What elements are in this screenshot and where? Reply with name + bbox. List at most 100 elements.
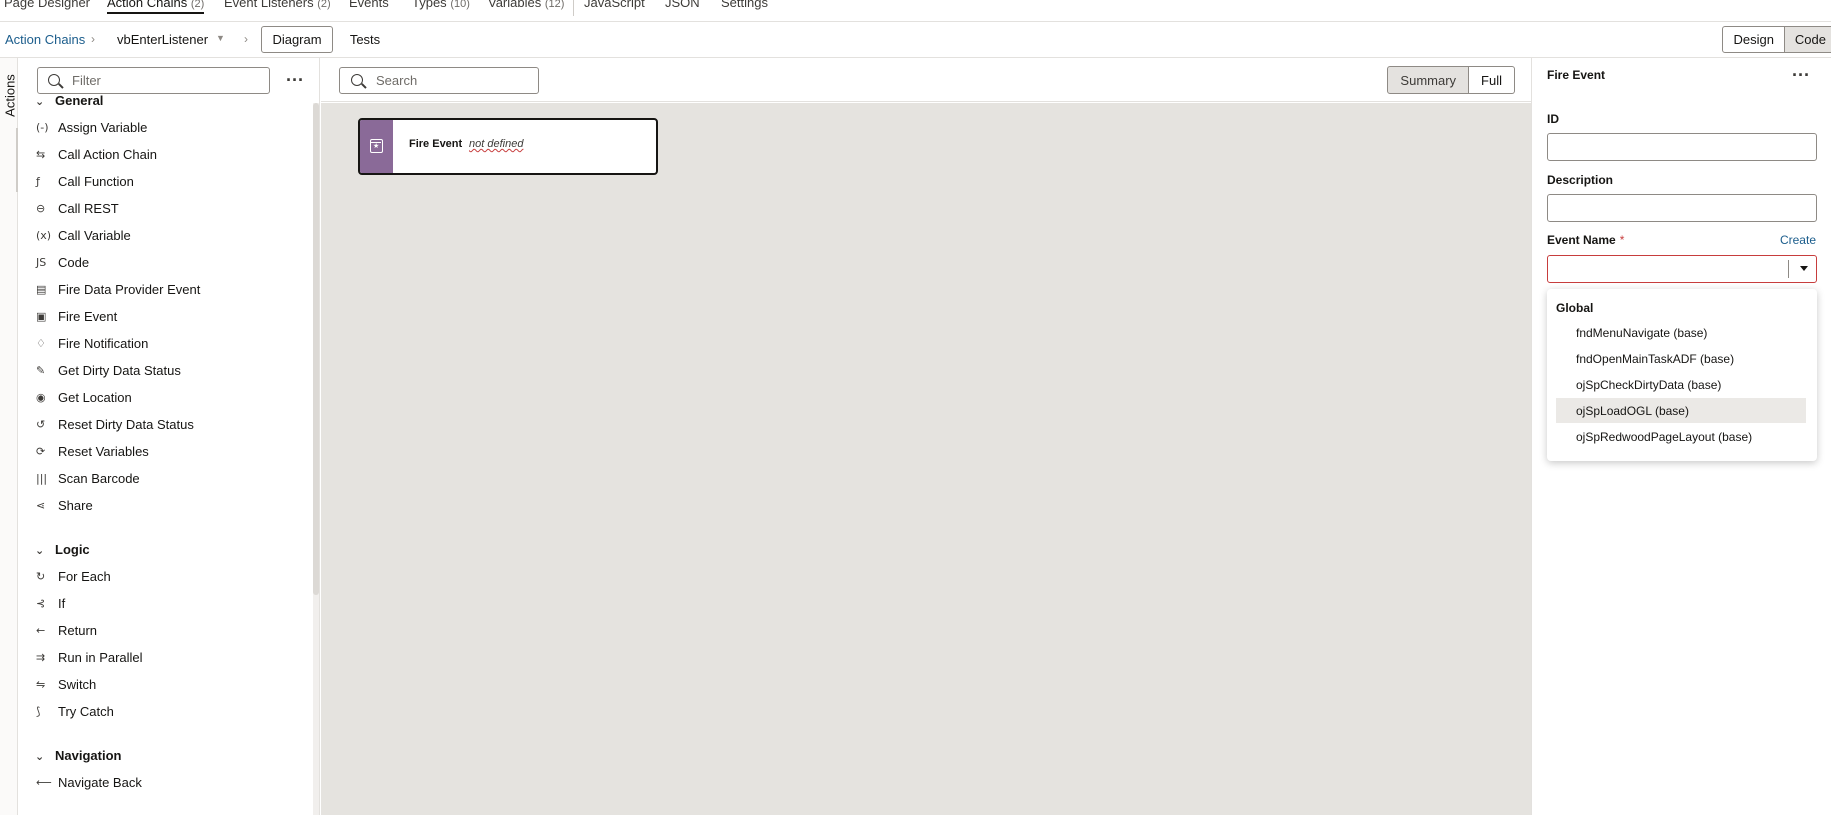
create-event-link[interactable]: Create [1780, 233, 1816, 247]
palette-item-call-rest[interactable]: ⊖ Call REST [36, 198, 119, 218]
fire-event-icon: ▣ [36, 309, 47, 323]
event-name-dropdown: Global fndMenuNavigate (base) fndOpenMai… [1547, 289, 1817, 461]
top-tab-bar: Page Designer Action Chains (2) Event Li… [0, 0, 1831, 22]
fire-notification-icon: ♢ [36, 336, 46, 350]
palette-item-return[interactable]: ← Return [36, 620, 97, 640]
node-icon-band [360, 120, 393, 173]
palette-item-call-action-chain[interactable]: ⇆ Call Action Chain [36, 144, 157, 164]
palette-section-navigation[interactable]: ⌄ Navigation [35, 748, 121, 763]
code-icon: JS [36, 255, 47, 269]
call-action-chain-icon: ⇆ [36, 147, 46, 161]
palette-item-get-dirty-data-status[interactable]: ✎ Get Dirty Data Status [36, 360, 181, 380]
dropdown-option[interactable]: ojSpCheckDirtyData (base) [1556, 372, 1806, 397]
fire-event-node[interactable]: Fire Event not defined [358, 118, 658, 175]
palette-item-scan-barcode[interactable]: ||| Scan Barcode [36, 468, 140, 488]
event-name-select[interactable] [1547, 255, 1817, 283]
tab-javascript[interactable]: JavaScript [584, 0, 645, 10]
tab-types[interactable]: Types (10) [412, 0, 470, 10]
tab-settings[interactable]: Settings [721, 0, 768, 10]
filter-input[interactable]: Filter [37, 67, 270, 94]
properties-more-icon[interactable]: ··· [1792, 66, 1810, 84]
chevron-down-icon[interactable]: ⌄ [35, 544, 49, 557]
palette-item-reset-variables[interactable]: ⟳ Reset Variables [36, 441, 149, 461]
reset-variables-icon: ⟳ [36, 444, 46, 458]
reset-dirty-data-status-icon: ↺ [36, 417, 46, 431]
chevron-down-icon[interactable]: ▼ [216, 33, 225, 43]
palette-item-if[interactable]: ⊰ If [36, 593, 65, 613]
tests-button[interactable]: Tests [340, 26, 390, 53]
design-code-toggle: Design Code [1722, 26, 1831, 53]
chevron-down-icon[interactable]: ⌄ [35, 95, 49, 108]
dropdown-option-highlighted[interactable]: ojSpLoadOGL (base) [1556, 398, 1806, 423]
search-icon [48, 74, 60, 86]
fire-data-provider-event-icon: ▤ [36, 282, 47, 296]
caret-down-icon[interactable] [1800, 266, 1808, 271]
code-mode-button[interactable]: Code [1784, 26, 1831, 53]
call-function-icon: ƒ [36, 174, 40, 188]
properties-pane: Fire Event ··· ID Description Event Name… [1531, 58, 1831, 815]
tab-variables[interactable]: Variables (12) [488, 0, 564, 10]
required-mark: * [1619, 233, 1625, 247]
id-label: ID [1547, 112, 1559, 126]
id-field[interactable] [1547, 133, 1817, 161]
breadcrumb: Action Chains › vbEnterListener ▼ › Diag… [0, 22, 1831, 58]
side-tab-actions[interactable]: Actions [3, 68, 18, 124]
properties-title: Fire Event [1547, 68, 1606, 82]
chevron-down-icon[interactable]: ⌄ [35, 750, 49, 763]
action-chain-selector[interactable]: vbEnterListener [117, 32, 208, 47]
view-toggle: Summary Full [1387, 66, 1515, 94]
tab-events[interactable]: Events [349, 0, 389, 10]
navigate-back-icon: ⟵ [36, 775, 52, 789]
palette-more-icon[interactable]: ··· [286, 71, 304, 89]
diagram-canvas[interactable]: Fire Event not defined [321, 103, 1531, 815]
get-location-icon: ◉ [36, 390, 46, 404]
palette-item-fire-event[interactable]: ▣ Fire Event [36, 306, 117, 326]
dropdown-option[interactable]: ojSpRedwoodPageLayout (base) [1556, 424, 1806, 449]
palette-item-fire-notification[interactable]: ♢ Fire Notification [36, 333, 148, 353]
summary-view-button[interactable]: Summary [1387, 66, 1470, 94]
palette-section-general[interactable]: ⌄ General [35, 93, 103, 108]
scan-barcode-icon: ||| [36, 471, 48, 485]
palette-item-run-in-parallel[interactable]: ⇉ Run in Parallel [36, 647, 143, 667]
palette-item-call-function[interactable]: ƒ Call Function [36, 171, 134, 191]
run-in-parallel-icon: ⇉ [36, 650, 46, 664]
palette-item-get-location[interactable]: ◉ Get Location [36, 387, 132, 407]
assign-variable-icon: (-) [36, 120, 49, 134]
palette-item-navigate-back[interactable]: ⟵ Navigate Back [36, 772, 142, 792]
palette-item-for-each[interactable]: ↻ For Each [36, 566, 111, 586]
palette-item-switch[interactable]: ⇋ Switch [36, 674, 96, 694]
design-mode-button[interactable]: Design [1722, 26, 1785, 53]
actions-palette: Filter ··· ⌄ General (-) Assign Variable ⇆ Ca… [19, 58, 320, 815]
full-view-button[interactable]: Full [1469, 66, 1515, 94]
diagram-button[interactable]: Diagram [261, 26, 333, 53]
dropdown-group-global: Global [1556, 301, 1594, 315]
switch-icon: ⇋ [36, 677, 46, 691]
tab-event-listeners[interactable]: Event Listeners (2) [224, 0, 331, 10]
tab-page-designer[interactable]: Page Designer [4, 0, 90, 10]
chevron-right-icon: › [244, 32, 248, 46]
palette-item-reset-dirty-data-status[interactable]: ↺ Reset Dirty Data Status [36, 414, 194, 434]
if-icon: ⊰ [36, 596, 46, 610]
breadcrumb-action-chains-link[interactable]: Action Chains [5, 32, 85, 47]
palette-section-logic[interactable]: ⌄ Logic [35, 542, 90, 557]
palette-item-share[interactable]: ⋖ Share [36, 495, 93, 515]
dropdown-option[interactable]: fndMenuNavigate (base) [1556, 320, 1806, 345]
description-field[interactable] [1547, 194, 1817, 222]
canvas-search-input[interactable]: Search [339, 67, 539, 94]
get-dirty-data-status-icon: ✎ [36, 363, 46, 377]
for-each-icon: ↻ [36, 569, 46, 583]
tab-json[interactable]: JSON [665, 0, 700, 10]
palette-item-code[interactable]: JS Code [36, 252, 89, 272]
palette-scrollbar-thumb[interactable] [313, 103, 319, 595]
dropdown-option[interactable]: fndOpenMainTaskADF (base) [1556, 346, 1806, 371]
fire-event-icon [370, 139, 383, 153]
tab-action-chains[interactable]: Action Chains (2) [107, 0, 205, 14]
event-name-label: Event Name * [1547, 233, 1625, 247]
palette-item-call-variable[interactable]: (x) Call Variable [36, 225, 131, 245]
palette-item-assign-variable[interactable]: (-) Assign Variable [36, 117, 147, 137]
palette-item-fire-data-provider-event[interactable]: ▤ Fire Data Provider Event [36, 279, 200, 299]
call-variable-icon: (x) [36, 228, 52, 242]
node-title: Fire Event [409, 138, 463, 150]
palette-item-try-catch[interactable]: ⟆ Try Catch [36, 701, 114, 721]
return-icon: ← [36, 623, 46, 637]
